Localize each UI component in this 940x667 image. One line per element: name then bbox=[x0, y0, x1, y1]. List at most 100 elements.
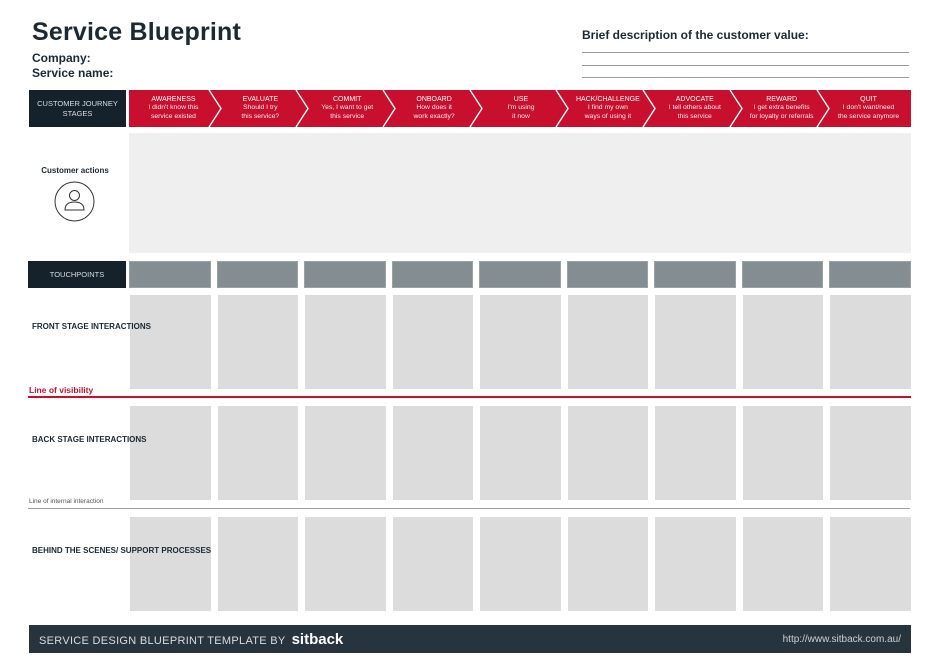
journey-stage[interactable]: ONBOARD How does it work exactly? bbox=[396, 90, 473, 127]
stage-description: for loyalty or referrals bbox=[749, 112, 814, 120]
stage-description: it now bbox=[512, 112, 530, 120]
touchpoint-cell[interactable] bbox=[479, 261, 561, 288]
chevron-right-icon bbox=[382, 90, 396, 127]
chevron-right-icon bbox=[468, 90, 483, 127]
support-process-cell[interactable] bbox=[217, 517, 299, 611]
stage-description: I don't want/need bbox=[842, 104, 895, 112]
stage-description: ways of using it bbox=[584, 112, 632, 120]
journey-stage[interactable]: QUIT I don't want/need the service anymore bbox=[830, 90, 907, 127]
back-stage-cell[interactable] bbox=[655, 406, 736, 500]
back-stage-cell[interactable] bbox=[830, 406, 911, 500]
front-stage-label: FRONT STAGE INTERACTIONS bbox=[32, 322, 151, 331]
customer-actions-label: Customer actions bbox=[41, 166, 109, 175]
support-process-cell[interactable] bbox=[392, 517, 474, 611]
front-stage-cell[interactable] bbox=[567, 295, 649, 389]
support-process-cell[interactable] bbox=[830, 517, 911, 611]
chevron-right-icon bbox=[208, 90, 222, 127]
journey-stage[interactable]: EVALUATE Should I try this service? bbox=[222, 90, 299, 127]
front-stage-cell[interactable] bbox=[217, 295, 299, 389]
touchpoint-cell[interactable] bbox=[304, 261, 386, 288]
customer-actions-area[interactable] bbox=[129, 133, 911, 253]
stage-title: HACK/CHALLENGE bbox=[575, 95, 640, 103]
stage-description: How does it bbox=[416, 104, 452, 112]
journey-stage[interactable]: AWARENESS I didn't know this service exist… bbox=[135, 90, 212, 127]
back-stage-cell[interactable] bbox=[567, 406, 649, 500]
support-process-cell[interactable] bbox=[130, 517, 211, 611]
footer-text: SERVICE DESIGN BLUEPRINT TEMPLATE BY bbox=[39, 634, 286, 647]
stage-title: ONBOARD bbox=[416, 95, 452, 103]
back-stage-cell[interactable] bbox=[392, 406, 474, 500]
touchpoint-cell[interactable] bbox=[566, 261, 649, 288]
stage-description: this service bbox=[330, 112, 365, 120]
journey-stage[interactable]: COMMIT Yes, I want to get this service bbox=[309, 90, 386, 127]
line-of-internal-interaction-label: Line of internal interaction bbox=[29, 498, 104, 505]
stage-title: REWARD bbox=[766, 95, 798, 103]
chevron-right-icon bbox=[642, 90, 657, 127]
customer-value-line-1[interactable] bbox=[582, 52, 909, 53]
journey-stage[interactable]: HACK/CHALLENGE I find my own ways of using… bbox=[569, 90, 646, 127]
stage-description: I'm using bbox=[507, 104, 535, 112]
front-stage-cell[interactable] bbox=[392, 295, 474, 389]
touchpoint-cell[interactable] bbox=[741, 261, 824, 288]
stage-description: I find my own bbox=[587, 104, 628, 112]
front-stage-cell[interactable] bbox=[480, 295, 561, 389]
customer-value-line-3[interactable] bbox=[582, 77, 909, 78]
stage-description: this service? bbox=[241, 112, 280, 120]
front-stage-cell[interactable] bbox=[130, 295, 211, 389]
front-stage-cell[interactable] bbox=[305, 295, 386, 389]
support-process-cell[interactable] bbox=[305, 517, 386, 611]
footer: SERVICE DESIGN BLUEPRINT TEMPLATE BY sit… bbox=[29, 625, 911, 653]
line-of-visibility-label: Line of visibility bbox=[29, 385, 94, 395]
front-stage-cell[interactable] bbox=[742, 295, 824, 389]
customer-value-line-2[interactable] bbox=[582, 65, 909, 66]
back-stage-cell[interactable] bbox=[480, 406, 561, 500]
back-stage-cell[interactable] bbox=[130, 406, 211, 500]
stage-description: I tell others about bbox=[668, 104, 721, 112]
touchpoint-cell[interactable] bbox=[654, 261, 736, 288]
journey-stage[interactable]: USE I'm using it now bbox=[483, 90, 560, 127]
stage-description: I get extra benefits bbox=[753, 104, 810, 112]
journey-stages-banner: AWARENESS I didn't know this service exist… bbox=[129, 90, 911, 127]
support-process-cell[interactable] bbox=[655, 517, 736, 611]
line-of-internal-interaction bbox=[28, 508, 910, 509]
stage-description: Yes, I want to get bbox=[321, 104, 374, 112]
footer-brand-logo: sitback bbox=[291, 630, 344, 648]
chevron-right-icon bbox=[295, 90, 309, 127]
support-process-cell[interactable] bbox=[480, 517, 561, 611]
stage-description: the service anymore bbox=[837, 112, 900, 120]
service-name-label: Service name: bbox=[32, 66, 114, 80]
stage-title: ADVOCATE bbox=[675, 95, 714, 103]
journey-stage[interactable]: REWARD I get extra benefits for loyalty or… bbox=[743, 90, 820, 127]
customer-value-label: Brief description of the customer value: bbox=[582, 28, 809, 42]
stage-title: AWARENESS bbox=[151, 95, 196, 103]
support-process-cell[interactable] bbox=[742, 517, 824, 611]
line-of-visibility bbox=[28, 396, 911, 398]
stage-title: USE bbox=[513, 95, 529, 103]
journey-stage[interactable]: ADVOCATE I tell others about this service bbox=[656, 90, 733, 127]
stage-title: QUIT bbox=[860, 95, 877, 103]
stage-description: Should I try bbox=[243, 104, 278, 112]
stage-description: I didn't know this bbox=[148, 104, 199, 112]
support-process-cell[interactable] bbox=[567, 517, 649, 611]
stage-description: this service bbox=[677, 112, 712, 120]
back-stage-cell[interactable] bbox=[217, 406, 299, 500]
touchpoint-cell[interactable] bbox=[391, 261, 474, 288]
chevron-right-icon bbox=[816, 90, 830, 127]
front-stage-cell[interactable] bbox=[830, 295, 911, 389]
chevron-right-icon bbox=[555, 90, 570, 127]
touchpoint-cell[interactable] bbox=[129, 261, 211, 288]
chevron-right-icon bbox=[729, 90, 744, 127]
back-stage-cell[interactable] bbox=[742, 406, 824, 500]
front-stage-cell[interactable] bbox=[655, 295, 736, 389]
support-processes-label: BEHIND THE SCENES/ SUPPORT PROCESSES bbox=[32, 546, 212, 555]
footer-url-link[interactable]: http://www.sitback.com.au/ bbox=[783, 634, 901, 645]
touchpoint-cell[interactable] bbox=[216, 261, 299, 288]
company-label: Company: bbox=[32, 51, 91, 65]
stage-title: COMMIT bbox=[333, 95, 362, 103]
back-stage-label: BACK STAGE INTERACTIONS bbox=[32, 435, 147, 444]
stage-description: service existed bbox=[150, 112, 196, 120]
touchpoints-label: TOUCHPOINTS bbox=[28, 261, 126, 288]
touchpoint-cell[interactable] bbox=[829, 261, 911, 288]
page-title: Service Blueprint bbox=[32, 18, 242, 46]
back-stage-cell[interactable] bbox=[305, 406, 386, 500]
